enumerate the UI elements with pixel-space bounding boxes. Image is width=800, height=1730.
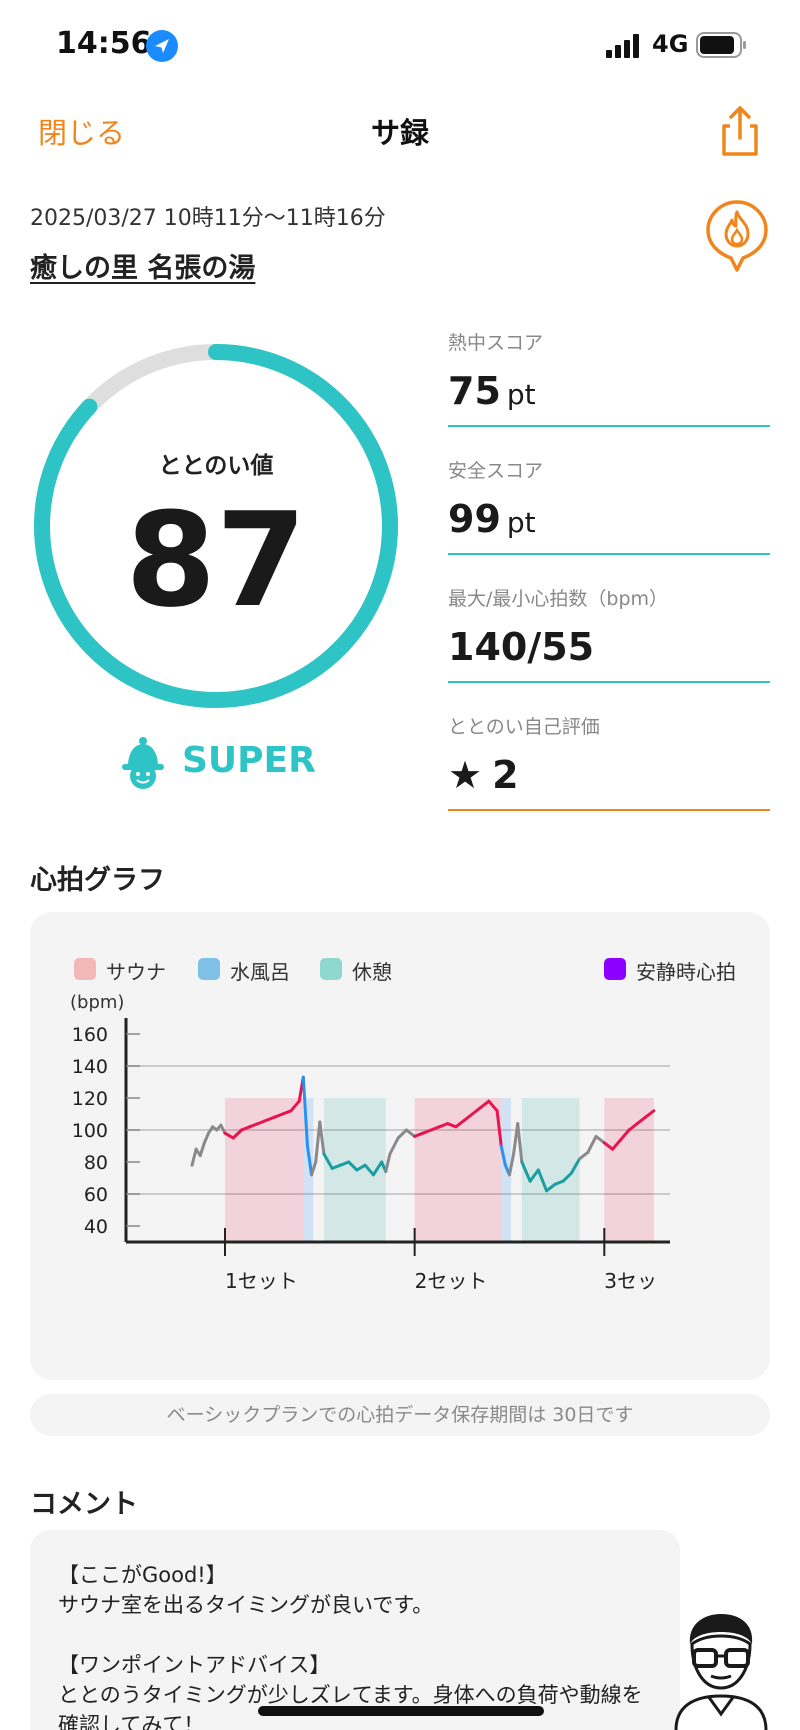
stat-unit: pt: [506, 378, 536, 411]
home-indicator: [258, 1706, 544, 1716]
phase-band-sauna: [604, 1098, 654, 1242]
heart-rate-chart: (bpm) 160 140 120 100 80 60 40 1セット 2セット 3セッ: [70, 992, 670, 1293]
advisor-avatar: [674, 1614, 768, 1730]
heart-rate-segment: [396, 1128, 408, 1140]
heart-rate-segment: [198, 1141, 206, 1158]
stat-number: 75: [448, 369, 501, 413]
heart-graph-title: 心拍グラフ: [30, 865, 165, 896]
plot-area: [190, 1075, 656, 1242]
x-tick-label: 3セッ: [604, 1269, 657, 1293]
heart-rate-segment: [404, 1128, 417, 1138]
session-date-range: 2025/03/27 10時11分〜11時16分: [30, 206, 386, 231]
rank-badge: SUPER: [118, 734, 318, 792]
comment-title: コメント: [30, 1489, 138, 1520]
rank-label: SUPER: [182, 740, 316, 781]
y-tick-label: 100: [72, 1120, 108, 1142]
stat-divider: [448, 681, 770, 683]
stat-label: ととのい自己評価: [448, 716, 600, 738]
y-axis-label: (bpm): [70, 992, 124, 1013]
retention-note: ベーシックプランでの心拍データ保存期間は 30日です: [30, 1394, 770, 1436]
y-tick-label: 60: [84, 1184, 108, 1206]
stat-value: 99 pt: [448, 497, 770, 545]
heart-graph-card: サウナ 水風呂 休憩 安静時心拍 (bpm) 160 140 120 100 80 60 40…: [30, 912, 770, 1380]
heart-rate-segment: [594, 1134, 606, 1145]
y-tick-label: 120: [72, 1088, 108, 1110]
stat-number: 140/55: [448, 625, 595, 669]
close-button[interactable]: 閉じる: [38, 110, 125, 152]
y-tick-label: 40: [84, 1216, 108, 1238]
stat-number: 99: [448, 497, 501, 541]
stat-value: ★ 2: [448, 753, 770, 801]
stat-divider: [448, 809, 770, 811]
comment-line: サウナ室を出るタイミングが良いです。: [58, 1593, 434, 1617]
heart-rate-segment: [384, 1152, 392, 1174]
stat-label: 最大/最小心拍数（bpm）: [448, 588, 669, 610]
status-bar: 14:56 4G: [0, 0, 800, 90]
sauna-hat-icon: [122, 737, 164, 789]
stat-safety-score: 安全スコア 99 pt: [448, 456, 770, 555]
heart-rate-segment: [586, 1134, 598, 1154]
stat-label: 安全スコア: [448, 460, 544, 482]
y-tick-label: 160: [72, 1024, 108, 1046]
comment-line: 【ワンポイントアドバイス】: [58, 1653, 331, 1677]
stat-heart-rate-range: 最大/最小心拍数（bpm） 140/55: [448, 584, 770, 683]
phase-band-sauna: [414, 1098, 502, 1242]
x-tick-label: 2セット: [415, 1269, 488, 1293]
gauge-label: ととのい値: [158, 453, 274, 479]
y-tick-label: 140: [72, 1056, 108, 1078]
stat-unit: pt: [506, 506, 536, 539]
location-arrow-icon: [146, 30, 178, 62]
gauge-value: 87: [125, 484, 307, 636]
comment-line: 【ここがGood!】: [58, 1563, 227, 1587]
stat-value: 75 pt: [448, 369, 770, 417]
heart-rate-segment: [190, 1147, 198, 1167]
heart-rate-segment: [202, 1131, 210, 1145]
stat-label: 熱中スコア: [448, 332, 544, 354]
comment-card: 【ここがGood!】 サウナ室を出るタイミングが良いです。 【ワンポイントアドバ…: [30, 1530, 680, 1730]
x-tick-label: 1セット: [225, 1269, 298, 1293]
fire-icon[interactable]: [704, 198, 770, 274]
comment-line: [58, 1620, 652, 1650]
stat-self-rating[interactable]: ととのい自己評価 ★ 2: [448, 712, 770, 811]
battery-icon: [696, 32, 746, 58]
nav-bar: 閉じる サ録: [0, 96, 800, 166]
heart-rate-segment: [388, 1136, 400, 1156]
stat-number: 2: [492, 753, 519, 797]
phase-band-rest: [521, 1098, 580, 1242]
stat-divider: [448, 425, 770, 427]
star-icon: ★: [448, 753, 483, 797]
heart-rate-segment: [318, 1120, 326, 1156]
share-icon[interactable]: [712, 102, 768, 160]
stat-divider: [448, 553, 770, 555]
network-label: 4G: [652, 30, 689, 58]
status-time: 14:56: [56, 26, 152, 61]
heart-rate-segment: [578, 1150, 590, 1161]
stat-value: 140/55: [448, 625, 770, 673]
y-tick-label: 80: [84, 1152, 108, 1174]
facility-link[interactable]: 癒しの里 名張の湯: [30, 246, 255, 285]
signal-icon: [606, 34, 639, 58]
stat-heat-score: 熱中スコア 75 pt: [448, 328, 770, 427]
